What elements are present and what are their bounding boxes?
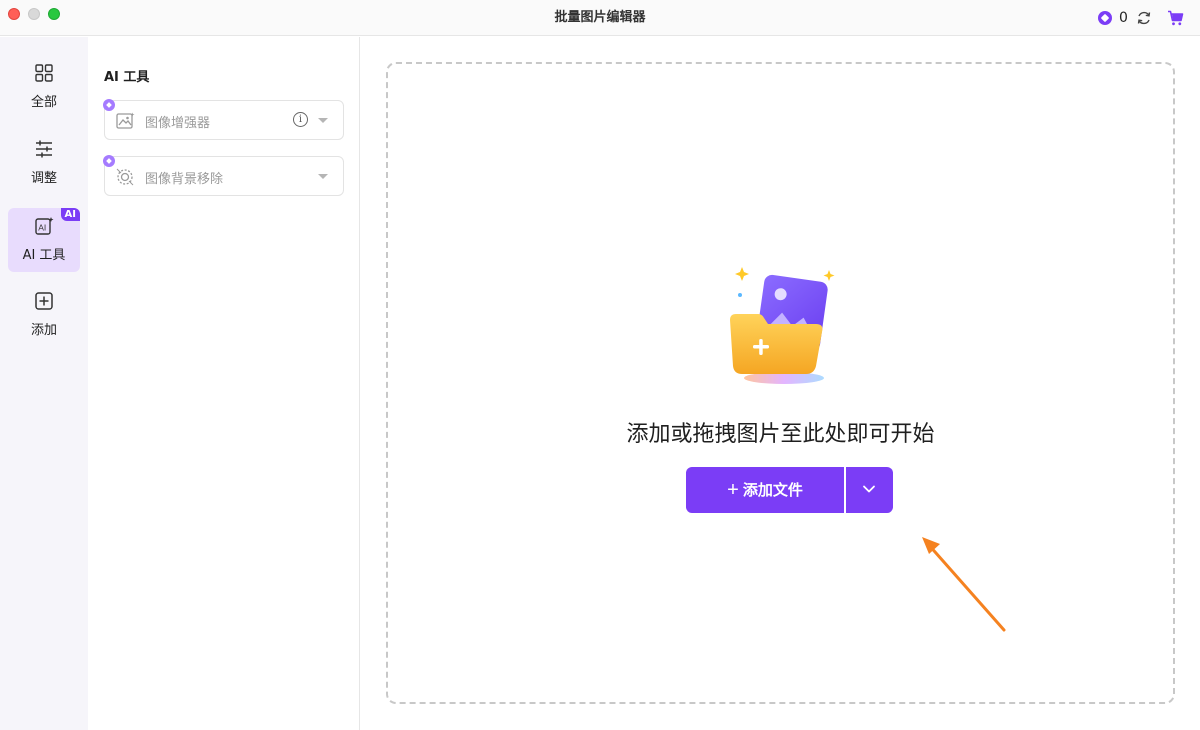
add-file-button-group: + 添加文件 [686,467,893,513]
drop-instruction-text: 添加或拖拽图片至此处即可开始 [626,422,935,447]
refresh-icon[interactable] [1136,10,1152,26]
sliders-icon [36,140,52,158]
chevron-down-icon[interactable] [318,118,328,123]
svg-text:AI: AI [38,223,46,233]
add-options-dropdown-button[interactable] [846,467,893,513]
panel-title: AI 工具 [104,70,150,85]
tool-background-remover[interactable]: 图像背景移除 [103,155,344,196]
add-file-button[interactable]: + 添加文件 [686,467,844,513]
left-rail: 全部 调整 AI AI AI 工具 添加 [0,37,88,730]
rail-item-label: 全部 [30,95,57,110]
image-enhance-icon [116,112,135,129]
window-title: 批量图片编辑器 [554,10,646,25]
drop-zone[interactable]: 添加或拖拽图片至此处即可开始 + 添加文件 [386,62,1175,704]
rail-item-adjust[interactable]: 调整 [8,131,80,195]
chevron-down-icon[interactable] [318,174,328,179]
rail-item-label: 调整 [30,171,57,186]
chevron-down-icon [863,485,875,493]
info-icon[interactable]: i [293,112,308,127]
tool-label: 图像增强器 [145,116,211,131]
plus-square-icon [35,292,53,310]
ai-icon: AI [35,217,54,235]
main-area: 添加或拖拽图片至此处即可开始 + 添加文件 [361,37,1200,730]
add-file-label: 添加文件 [742,482,803,499]
tool-label: 图像背景移除 [145,172,224,187]
background-remove-icon [116,168,134,186]
ai-badge: AI [60,208,80,221]
folder-image-illustration-icon [730,267,835,384]
title-bar: 批量图片编辑器 0 [0,0,1200,36]
credit-icon [1098,11,1112,25]
rail-item-label: 添加 [30,323,57,338]
grid-icon [35,64,53,82]
rail-item-ai-tools[interactable]: AI AI AI 工具 [8,208,80,272]
annotation-arrow-icon [922,537,1006,632]
cart-icon[interactable] [1167,10,1184,26]
tools-panel: AI 工具 图像增强器 i 图像背景移除 [88,37,360,730]
tool-image-enhancer[interactable]: 图像增强器 i [103,99,344,140]
pro-badge-icon [103,155,115,167]
plus-icon: + [727,479,739,501]
credit-count: 0 [1119,10,1128,26]
rail-item-all[interactable]: 全部 [8,55,80,119]
rail-item-add[interactable]: 添加 [8,283,80,347]
pro-badge-icon [103,99,115,111]
app-window: 批量图片编辑器 0 全部 调整 AI AI AI 工具 添加 AI 工具 图像增… [0,0,1200,730]
rail-item-label: AI 工具 [22,248,66,263]
